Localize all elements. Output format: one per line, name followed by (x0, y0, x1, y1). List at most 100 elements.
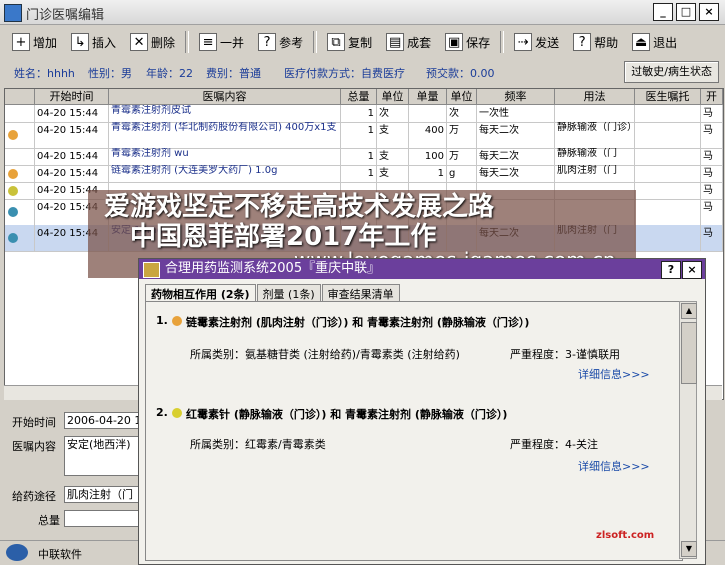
grid-cell-usage[interactable]: 静脉输液（门诊） (555, 122, 635, 148)
table-row[interactable]: 04-20 15:44 青霉素注射剂皮试 1 次次一次性马 (5, 105, 723, 123)
grid-header[interactable]: 单位 (447, 89, 477, 105)
table-row[interactable]: 04-20 15:44 链霉素注射剂 (大连美罗大药厂) 1.0g 1 支 1 g 每天二次… (5, 165, 723, 183)
row-selector[interactable] (5, 122, 35, 148)
help-button[interactable]: ? 帮助 (567, 30, 624, 54)
table-row[interactable]: 04-20 15:44 青霉素注射剂 (华北制药股份有限公司) 400万x1支 1 支… (5, 122, 723, 149)
grid-header[interactable]: 频率 (477, 89, 555, 105)
grid-cell-content[interactable]: 链霉素注射剂 (大连美罗大药厂) 1.0g (109, 165, 341, 182)
grid-header[interactable]: 单位 (377, 89, 409, 105)
detail-link[interactable]: 详细信息>>> (578, 458, 650, 474)
patient-fee-type: 费别：普通 (206, 67, 261, 80)
row-selector[interactable] (5, 182, 35, 199)
grid-header[interactable]: 开 (701, 89, 723, 105)
grid-cell-content[interactable]: 青霉素注射剂 (华北制药股份有限公司) 400万x1支 (109, 122, 341, 148)
detail-link[interactable]: 详细信息>>> (578, 366, 650, 382)
grid-cell-unit[interactable]: 支 (377, 165, 409, 182)
grid-header[interactable]: 用法 (555, 89, 635, 105)
grid-cell-usage[interactable]: 肌肉注射（门 (555, 165, 635, 182)
grid-cell-extra[interactable]: 马 (701, 225, 723, 251)
grid-cell-freq[interactable]: 一次性 (477, 105, 555, 122)
row-selector[interactable] (5, 199, 35, 225)
grid-cell-note[interactable] (635, 199, 701, 225)
grid-cell-freq[interactable]: 每天二次 (477, 122, 555, 148)
grid-cell-extra[interactable]: 马 (701, 105, 723, 122)
grid-cell-unit[interactable]: 次 (377, 105, 409, 122)
grid-cell-total[interactable]: 1 (341, 122, 377, 148)
grid-cell-content[interactable]: 青霉素注射剂 wu (109, 148, 341, 165)
dialog-help-button[interactable]: ? (661, 261, 681, 279)
grid-cell-dunit[interactable]: 万 (447, 122, 477, 148)
caution-dot-icon (172, 408, 182, 418)
dialog-close-button[interactable]: × (682, 261, 702, 279)
grid-cell-note[interactable] (635, 148, 701, 165)
insert-button[interactable]: ↳ 插入 (65, 30, 122, 54)
grid-cell-usage[interactable]: 静脉输液（门 (555, 148, 635, 165)
dialog-vertical-scrollbar[interactable]: ▲ ▼ (679, 301, 697, 559)
grid-cell-note[interactable] (635, 225, 701, 251)
grid-cell-dose[interactable]: 100 (409, 148, 447, 165)
grid-cell-unit[interactable]: 支 (377, 122, 409, 148)
grid-header[interactable]: 医生嘱托 (635, 89, 701, 105)
send-button[interactable]: ⇢ 发送 (508, 30, 565, 54)
scroll-thumb[interactable] (681, 322, 697, 384)
minimize-button[interactable]: _ (653, 3, 673, 21)
maximize-button[interactable]: □ (676, 3, 696, 21)
grid-cell-dose[interactable]: 1 (409, 165, 447, 182)
add-button[interactable]: + 增加 (6, 30, 63, 54)
allergy-history-button[interactable]: 过敏史/病生状态 (624, 61, 719, 83)
grid-cell-total[interactable]: 1 (341, 105, 377, 122)
grid-cell-note[interactable] (635, 182, 701, 199)
grid-cell-dunit[interactable]: 万 (447, 148, 477, 165)
grid-cell-dunit[interactable]: 次 (447, 105, 477, 122)
grid-cell-extra[interactable]: 马 (701, 199, 723, 225)
grid-cell-usage[interactable] (555, 105, 635, 122)
save-button[interactable]: ▣ 保存 (439, 30, 496, 54)
row-selector[interactable] (5, 165, 35, 182)
grid-cell-note[interactable] (635, 165, 701, 182)
grid-header[interactable]: 开始时间 (35, 89, 109, 105)
grid-cell-dunit[interactable]: g (447, 165, 477, 182)
scroll-down-arrow-icon[interactable]: ▼ (681, 541, 697, 557)
reference-button[interactable]: ? 参考 (252, 30, 309, 54)
set-button[interactable]: ▤ 成套 (380, 30, 437, 54)
grid-header[interactable]: 总量 (341, 89, 377, 105)
grid-cell-extra[interactable]: 马 (701, 182, 723, 199)
grid-cell-total[interactable]: 1 (341, 165, 377, 182)
grid-cell-extra[interactable]: 马 (701, 122, 723, 148)
grid-header[interactable]: 单量 (409, 89, 447, 105)
copy-button[interactable]: ⧉ 复制 (321, 30, 378, 54)
grid-cell-dose[interactable] (409, 105, 447, 122)
grid-cell-time[interactable]: 04-20 15:44 (35, 148, 109, 165)
route-field[interactable]: 肌肉注射（门 (64, 486, 140, 503)
grid-cell-unit[interactable]: 支 (377, 148, 409, 165)
table-row[interactable]: 04-20 15:44 青霉素注射剂 wu 1 支 100 万每天二次 静脉输液（门 马 (5, 148, 723, 166)
scroll-up-arrow-icon[interactable]: ▲ (681, 303, 697, 319)
total-field[interactable] (64, 510, 140, 527)
grid-cell-note[interactable] (635, 122, 701, 148)
delete-button[interactable]: ✕ 删除 (124, 30, 181, 54)
grid-cell-dose[interactable]: 400 (409, 122, 447, 148)
grid-cell-content[interactable]: 青霉素注射剂皮试 (109, 105, 341, 122)
interaction-severity: 严重程度：4-关注 (510, 438, 598, 451)
row-selector[interactable] (5, 148, 35, 165)
exit-button[interactable]: ⏏ 退出 (626, 30, 683, 54)
grid-cell-freq[interactable]: 每天二次 (477, 165, 555, 182)
total-label: 总量 (38, 514, 60, 527)
row-selector[interactable] (5, 225, 35, 251)
patient-payment: 医疗付款方式：自费医疗 (284, 67, 405, 80)
grid-cell-note[interactable] (635, 105, 701, 122)
grid-cell-extra[interactable]: 马 (701, 148, 723, 165)
start-time-field[interactable]: 2006-04-20 1 (64, 412, 140, 429)
grid-cell-freq[interactable]: 每天二次 (477, 148, 555, 165)
grid-header[interactable]: 医嘱内容 (109, 89, 341, 105)
grid-cell-total[interactable]: 1 (341, 148, 377, 165)
grid-cell-time[interactable]: 04-20 15:44 (35, 165, 109, 182)
close-button[interactable]: × (699, 3, 719, 21)
grid-cell-extra[interactable]: 马 (701, 165, 723, 182)
toolbar-separator (313, 31, 318, 53)
row-selector[interactable] (5, 105, 35, 122)
merge-button[interactable]: ≡ 一并 (193, 30, 250, 54)
grid-cell-time[interactable]: 04-20 15:44 (35, 105, 109, 122)
order-content-field[interactable]: 安定(地西泮) (64, 436, 140, 476)
grid-cell-time[interactable]: 04-20 15:44 (35, 122, 109, 148)
